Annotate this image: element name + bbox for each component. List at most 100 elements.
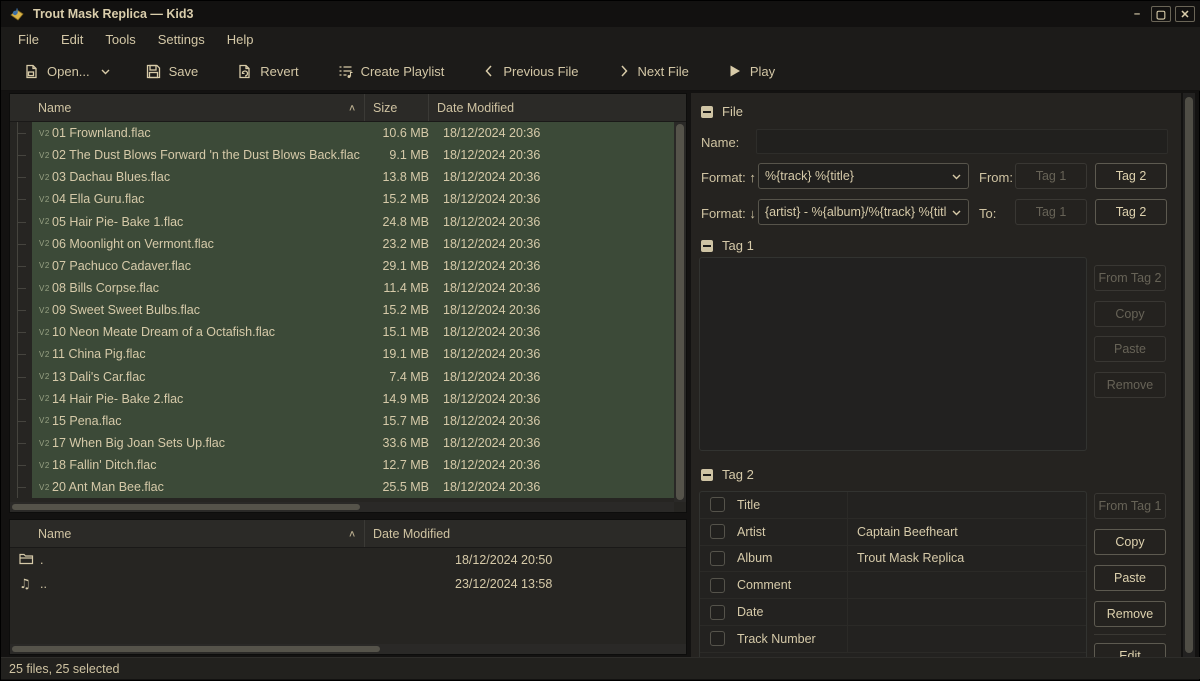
- file-list-horizontal-scrollbar[interactable]: [10, 502, 674, 512]
- file-row[interactable]: V204 Ella Guru.flac15.2 MB18/12/2024 20:…: [10, 188, 674, 210]
- tag-v2-badge: V2: [32, 350, 52, 359]
- playlist-icon: [337, 63, 354, 80]
- title-bar: Trout Mask Replica — Kid3 – ▢ ✕: [1, 1, 1200, 27]
- create-playlist-button[interactable]: Create Playlist: [329, 58, 453, 85]
- tag2-fields-table: TitleArtistCaptain BeefheartAlbumTrout M…: [699, 491, 1087, 659]
- file-row[interactable]: V205 Hair Pie- Bake 1.flac24.8 MB18/12/2…: [10, 211, 674, 233]
- field-checkbox[interactable]: [710, 605, 725, 620]
- file-row[interactable]: V202 The Dust Blows Forward 'n the Dust …: [10, 144, 674, 166]
- file-name: 17 When Big Joan Sets Up.flac: [52, 436, 372, 450]
- tag1-section-header[interactable]: Tag 1: [701, 238, 754, 253]
- filename-input[interactable]: [756, 129, 1168, 154]
- chevron-down-icon: [951, 207, 962, 218]
- menu-item-help[interactable]: Help: [216, 29, 265, 50]
- menu-item-edit[interactable]: Edit: [50, 29, 94, 50]
- maximize-button[interactable]: ▢: [1151, 6, 1171, 22]
- dir-column-header-date[interactable]: Date Modified: [364, 520, 686, 547]
- field-value[interactable]: [847, 572, 1086, 598]
- file-row[interactable]: V209 Sweet Sweet Bulbs.flac15.2 MB18/12/…: [10, 299, 674, 321]
- menu-item-tools[interactable]: Tools: [94, 29, 146, 50]
- tag2-field-row[interactable]: AlbumTrout Mask Replica: [700, 546, 1086, 573]
- directory-row[interactable]: ♫..23/12/2024 13:58: [10, 572, 686, 596]
- file-row[interactable]: V217 When Big Joan Sets Up.flac33.6 MB18…: [10, 432, 674, 454]
- from-tag1-button[interactable]: Tag 1: [1015, 163, 1087, 189]
- field-value[interactable]: [847, 626, 1086, 652]
- file-row[interactable]: V220 Ant Man Bee.flac25.5 MB18/12/2024 2…: [10, 476, 674, 498]
- field-checkbox[interactable]: [710, 524, 725, 539]
- collapse-icon[interactable]: [701, 106, 713, 118]
- remove-button[interactable]: Remove: [1094, 601, 1166, 627]
- file-row[interactable]: V215 Pena.flac15.7 MB18/12/2024 20:36: [10, 410, 674, 432]
- save-button[interactable]: Save: [137, 58, 207, 85]
- field-value[interactable]: Trout Mask Replica: [847, 546, 1086, 572]
- format-to-filename-combobox[interactable]: {artist} - %{album}/%{track} %{title}: [758, 199, 969, 225]
- format-from-filename-combobox[interactable]: %{track} %{title}: [758, 163, 969, 189]
- close-button[interactable]: ✕: [1175, 6, 1195, 22]
- field-checkbox[interactable]: [710, 631, 725, 646]
- previous-file-button[interactable]: Previous File: [474, 59, 586, 84]
- collapse-icon[interactable]: [701, 469, 713, 481]
- file-list-vertical-scrollbar[interactable]: [674, 122, 686, 502]
- file-row[interactable]: V206 Moonlight on Vermont.flac23.2 MB18/…: [10, 233, 674, 255]
- menu-item-settings[interactable]: Settings: [147, 29, 216, 50]
- tag2-field-row[interactable]: Title: [700, 492, 1086, 519]
- tag-v2-badge: V2: [32, 306, 52, 315]
- to-tag2-button[interactable]: Tag 2: [1095, 199, 1167, 225]
- file-row[interactable]: V211 China Pig.flac19.1 MB18/12/2024 20:…: [10, 343, 674, 365]
- tag2-field-row[interactable]: Track Number: [700, 626, 1086, 653]
- file-size: 7.4 MB: [372, 370, 436, 384]
- play-button[interactable]: Play: [719, 58, 783, 84]
- open-button[interactable]: Open...: [15, 58, 98, 85]
- tag-editor-vertical-scrollbar[interactable]: [1183, 93, 1195, 659]
- file-row[interactable]: V203 Dachau Blues.flac13.8 MB18/12/2024 …: [10, 166, 674, 188]
- to-tag1-button[interactable]: Tag 1: [1015, 199, 1087, 225]
- next-file-button[interactable]: Next File: [609, 59, 697, 84]
- collapse-icon[interactable]: [701, 240, 713, 252]
- column-header-name[interactable]: Name ∧: [10, 94, 364, 121]
- column-header-date[interactable]: Date Modified: [428, 94, 686, 121]
- from-tag-1-button[interactable]: From Tag 1: [1094, 493, 1166, 519]
- file-name: 03 Dachau Blues.flac: [52, 170, 372, 184]
- file-row[interactable]: V207 Pachuco Cadaver.flac29.1 MB18/12/20…: [10, 255, 674, 277]
- field-value[interactable]: [847, 599, 1086, 625]
- file-row[interactable]: V214 Hair Pie- Bake 2.flac14.9 MB18/12/2…: [10, 388, 674, 410]
- field-checkbox[interactable]: [710, 551, 725, 566]
- tag2-field-row[interactable]: Comment: [700, 572, 1086, 599]
- file-row[interactable]: V213 Dali's Car.flac7.4 MB18/12/2024 20:…: [10, 366, 674, 388]
- file-date: 18/12/2024 20:36: [436, 215, 674, 229]
- tag2-field-row[interactable]: Date: [700, 599, 1086, 626]
- revert-button[interactable]: Revert: [228, 58, 306, 85]
- file-section-header[interactable]: File: [701, 104, 743, 119]
- file-row[interactable]: V218 Fallin' Ditch.flac12.7 MB18/12/2024…: [10, 454, 674, 476]
- tree-branch: [10, 188, 32, 210]
- minimize-button[interactable]: –: [1127, 6, 1147, 22]
- field-checkbox[interactable]: [710, 497, 725, 512]
- file-size: 15.2 MB: [372, 192, 436, 206]
- tag2-section-header[interactable]: Tag 2: [701, 467, 754, 482]
- field-checkbox[interactable]: [710, 578, 725, 593]
- copy-button[interactable]: Copy: [1094, 301, 1166, 327]
- open-dropdown-button[interactable]: [96, 61, 115, 82]
- status-text: 25 files, 25 selected: [9, 662, 120, 676]
- paste-button[interactable]: Paste: [1094, 565, 1166, 591]
- paste-button[interactable]: Paste: [1094, 336, 1166, 362]
- copy-button[interactable]: Copy: [1094, 529, 1166, 555]
- tag-v2-badge: V2: [32, 239, 52, 248]
- remove-button[interactable]: Remove: [1094, 372, 1166, 398]
- from-tag-2-button[interactable]: From Tag 2: [1094, 265, 1166, 291]
- from-tag2-button[interactable]: Tag 2: [1095, 163, 1167, 189]
- file-row[interactable]: V208 Bills Corpse.flac11.4 MB18/12/2024 …: [10, 277, 674, 299]
- menu-item-file[interactable]: File: [7, 29, 50, 50]
- directory-row[interactable]: .18/12/2024 20:50: [10, 548, 686, 572]
- file-size: 29.1 MB: [372, 259, 436, 273]
- field-value[interactable]: [847, 492, 1086, 518]
- tag2-field-row[interactable]: ArtistCaptain Beefheart: [700, 519, 1086, 546]
- file-size: 33.6 MB: [372, 436, 436, 450]
- column-header-size[interactable]: Size: [364, 94, 428, 121]
- field-value[interactable]: Captain Beefheart: [847, 519, 1086, 545]
- tree-branch: [10, 343, 32, 365]
- file-row[interactable]: V201 Frownland.flac10.6 MB18/12/2024 20:…: [10, 122, 674, 144]
- dir-column-header-name[interactable]: Name ∧: [10, 520, 364, 547]
- directory-horizontal-scrollbar[interactable]: [10, 644, 686, 654]
- file-row[interactable]: V210 Neon Meate Dream of a Octafish.flac…: [10, 321, 674, 343]
